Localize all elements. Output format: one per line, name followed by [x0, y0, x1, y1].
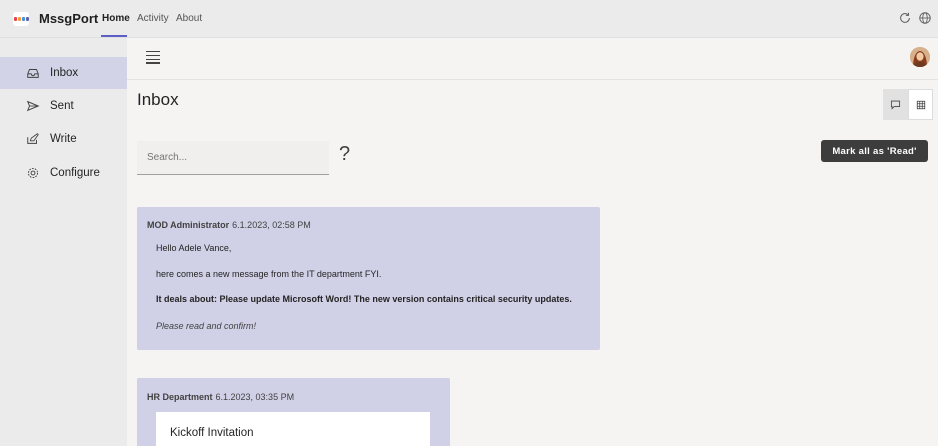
sidebar-item-inbox[interactable]: Inbox	[0, 57, 127, 89]
sidebar: Inbox Sent Write Configure	[0, 38, 127, 446]
view-toggle	[883, 89, 934, 120]
grid-view-icon	[916, 100, 925, 109]
sidebar-item-label: Sent	[50, 100, 74, 112]
card-title: Kickoff Invitation	[170, 427, 254, 439]
message-body-line: here comes a new message from the IT dep…	[156, 269, 382, 279]
user-photo-icon	[910, 47, 930, 67]
message-body-italic: Please read and confirm!	[156, 321, 257, 331]
message-greeting: Hello Adele Vance,	[156, 243, 232, 253]
sidebar-item-label: Write	[50, 133, 77, 145]
chat-view-icon	[890, 100, 901, 110]
top-bar: MssgPort Home Activity About	[0, 0, 938, 38]
gear-icon	[27, 167, 39, 179]
compose-icon	[27, 133, 39, 144]
send-icon	[26, 100, 40, 112]
grid-view-button[interactable]	[908, 89, 933, 120]
app-name: MssgPort	[39, 11, 99, 26]
page-title: Inbox	[137, 90, 179, 109]
avatar[interactable]	[910, 47, 930, 67]
menu-icon[interactable]	[146, 51, 160, 65]
message-header: HR Department 6.1.2023, 03:35 PM	[147, 392, 294, 402]
message-sender: MOD Administrator	[147, 220, 230, 230]
tab-home[interactable]: Home	[102, 13, 130, 24]
tab-activity[interactable]: Activity	[137, 13, 169, 24]
active-tab-indicator	[101, 35, 127, 37]
chat-view-button[interactable]	[883, 89, 908, 120]
adaptive-card: Kickoff Invitation	[156, 412, 430, 446]
refresh-icon[interactable]	[898, 11, 912, 25]
help-icon[interactable]: ?	[339, 143, 350, 166]
message-sender: HR Department	[147, 392, 213, 402]
sidebar-item-configure[interactable]: Configure	[0, 157, 127, 189]
sidebar-item-sent[interactable]: Sent	[0, 90, 127, 122]
inbox-icon	[27, 69, 39, 78]
sidebar-item-label: Configure	[50, 167, 100, 179]
search-input[interactable]	[137, 141, 329, 174]
message-date: 6.1.2023, 03:35 PM	[215, 392, 295, 402]
message-card[interactable]: MOD Administrator 6.1.2023, 02:58 PM Hell…	[137, 207, 600, 350]
tab-about[interactable]: About	[176, 13, 202, 24]
globe-icon[interactable]	[918, 11, 932, 25]
message-date: 6.1.2023, 02:58 PM	[232, 220, 311, 230]
search-field[interactable]	[137, 141, 329, 175]
mark-all-read-button[interactable]: Mark all as 'Read'	[821, 140, 928, 162]
message-header: MOD Administrator 6.1.2023, 02:58 PM	[147, 220, 311, 230]
sidebar-item-write[interactable]: Write	[0, 123, 127, 155]
message-body-bold: It deals about: Please update Microsoft …	[156, 294, 572, 304]
message-card[interactable]: HR Department 6.1.2023, 03:35 PM Kickoff …	[137, 378, 450, 446]
divider	[127, 79, 938, 80]
app-logo	[13, 12, 29, 26]
sidebar-item-label: Inbox	[50, 67, 79, 79]
